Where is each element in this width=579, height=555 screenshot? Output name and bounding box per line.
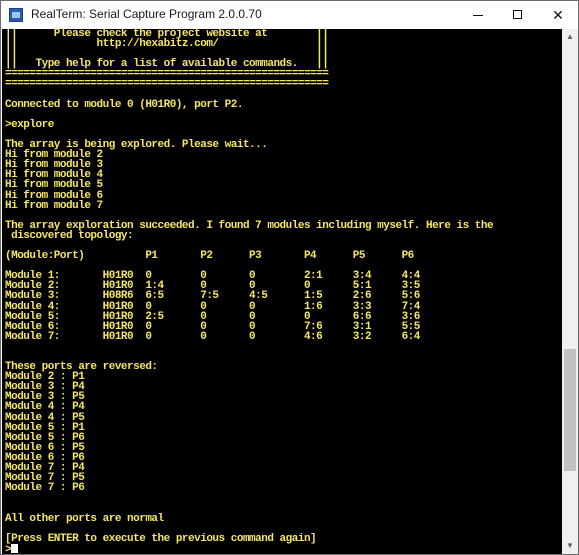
terminal-line: Module 7 : P5 [5, 472, 85, 485]
terminal-line: Module 2 : P1 [5, 371, 85, 384]
terminal-line: >explore [5, 118, 54, 131]
text-cursor [11, 543, 19, 553]
terminal-output[interactable]: || Please check the project website at |… [2, 29, 562, 554]
terminal-line: Module 3 : P5 [5, 391, 85, 404]
app-icon[interactable] [9, 8, 23, 22]
maximize-icon [513, 10, 522, 19]
terminal-text: || Please check the project website at |… [2, 29, 562, 554]
terminal-line: Module 5 : P1 [5, 421, 85, 434]
terminal-line: Connected to module 0 (H01R0), port P2. [5, 98, 243, 111]
terminal-line: [Press ENTER to execute the previous com… [5, 532, 317, 545]
terminal-line: Hi from module 7 [5, 199, 103, 212]
scroll-up-arrow-icon[interactable]: ▲ [562, 29, 578, 45]
terminal-line: ========================================… [5, 78, 329, 91]
close-button[interactable]: ✕ [538, 1, 578, 29]
scroll-down-arrow-icon[interactable]: ▼ [562, 538, 578, 554]
terminal-line: These ports are reversed: [5, 361, 158, 374]
terminal-line: Module 3 : P4 [5, 381, 85, 394]
terminal-line: Module 4 : P4 [5, 401, 85, 414]
terminal-line: (Module:Port) P1 P2 P3 P4 P5 P6 [5, 250, 414, 263]
terminal-line: > [5, 543, 562, 554]
terminal-line: discovered topology: [5, 229, 134, 242]
terminal-line: Module 5 : P6 [5, 431, 85, 444]
terminal-line: Module 7: H01R0 0 0 0 4:6 3:2 6:4 [5, 330, 420, 343]
terminal-line: Hi from module 5 [5, 179, 103, 192]
close-icon: ✕ [552, 7, 564, 23]
realterm-window: RealTerm: Serial Capture Program 2.0.0.7… [0, 0, 579, 555]
title-bar[interactable]: RealTerm: Serial Capture Program 2.0.0.7… [1, 1, 578, 29]
terminal-line: All other ports are normal [5, 512, 164, 525]
terminal-line: Module 7 : P6 [5, 482, 85, 495]
terminal-line: Module 6 : P6 [5, 451, 85, 464]
vertical-scrollbar[interactable]: ▲ ▼ [562, 29, 578, 554]
scrollbar-thumb[interactable] [564, 349, 576, 472]
terminal-line: Module 4 : P5 [5, 411, 85, 424]
terminal-line: Module 6 : P5 [5, 441, 85, 454]
maximize-button[interactable] [498, 1, 538, 29]
window-title: RealTerm: Serial Capture Program 2.0.0.7… [31, 7, 262, 21]
terminal-line: Module 7 : P4 [5, 462, 85, 475]
minimize-icon [473, 15, 483, 16]
minimize-button[interactable] [458, 1, 498, 29]
